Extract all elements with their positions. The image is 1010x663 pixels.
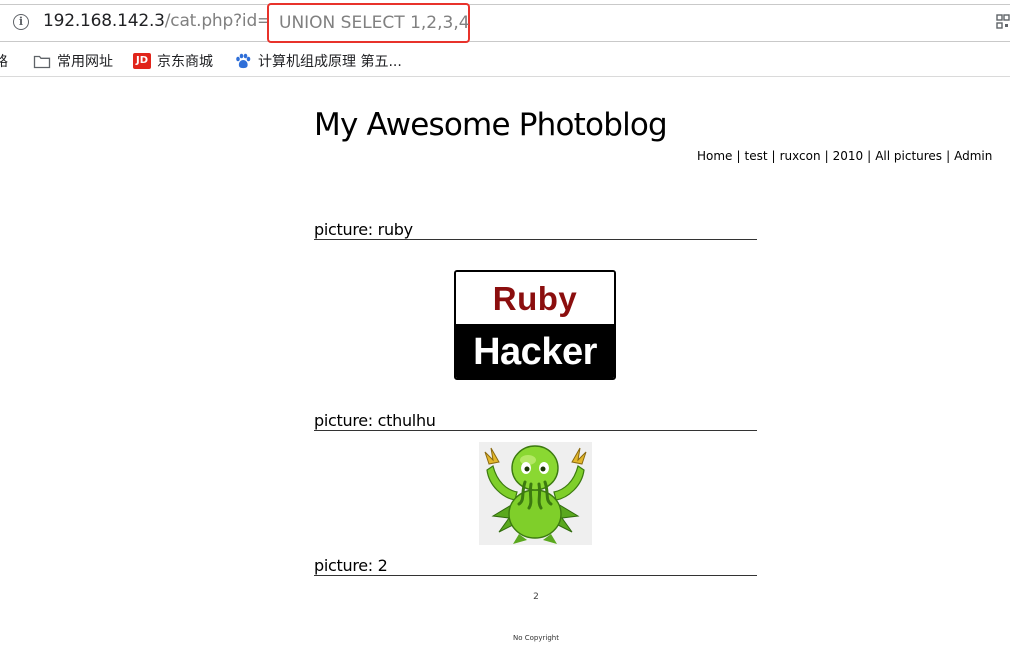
- bookmark-label: 京东商城: [157, 54, 213, 70]
- ruby-image-text-bottom: Hacker: [456, 324, 614, 378]
- page-title: My Awesome Photoblog: [314, 107, 668, 143]
- bookmark-jd[interactable]: JD 京东商城: [133, 51, 213, 71]
- bookmarks-bar: 路 常用网址 JD 京东商城 计算机组成原理 第五...: [0, 44, 1010, 77]
- site-nav: Home | test | ruxcon | 2010 | All pictures | Admin: [697, 149, 992, 163]
- url-path: /cat.php?id=1: [164, 11, 282, 31]
- nav-separator: |: [736, 149, 741, 163]
- footer-copyright: No Copyright: [513, 634, 559, 642]
- ruby-hacker-image[interactable]: Ruby Hacker: [454, 270, 616, 380]
- picture-section-ruby: picture: ruby: [314, 220, 757, 240]
- bookmark-folder-common-sites[interactable]: 常用网址: [33, 51, 113, 71]
- nav-link-2010[interactable]: 2010: [833, 149, 864, 163]
- picture-title: picture: cthulhu: [314, 411, 757, 431]
- nav-link-ruxcon[interactable]: ruxcon: [780, 149, 821, 163]
- cthulhu-image[interactable]: [479, 442, 592, 545]
- nav-separator: |: [867, 149, 872, 163]
- nav-link-admin[interactable]: Admin: [954, 149, 992, 163]
- nav-link-all-pictures[interactable]: All pictures: [875, 149, 942, 163]
- baidu-paw-icon: [236, 53, 251, 69]
- picture-title: picture: ruby: [314, 220, 757, 240]
- info-icon[interactable]: i: [13, 14, 29, 30]
- url-text[interactable]: 192.168.142.3/cat.php?id=1: [43, 11, 282, 31]
- nav-separator: |: [824, 149, 829, 163]
- injected-sql-text: UNION SELECT 1,2,3,4: [279, 13, 470, 33]
- nav-link-home[interactable]: Home: [697, 149, 732, 163]
- picture-body-text: 2: [533, 592, 539, 602]
- qr-code-icon[interactable]: [996, 14, 1010, 30]
- bookmark-computer-organization[interactable]: 计算机组成原理 第五...: [234, 51, 402, 71]
- picture-title: picture: 2: [314, 556, 757, 576]
- picture-section-cthulhu: picture: cthulhu: [314, 411, 757, 431]
- picture-section-2: picture: 2: [314, 556, 757, 576]
- bookmark-label: 常用网址: [57, 54, 113, 70]
- injection-highlight-box: UNION SELECT 1,2,3,4: [267, 3, 470, 43]
- bookmark-label: 路: [0, 54, 8, 70]
- url-host: 192.168.142.3: [43, 11, 165, 31]
- cthulhu-illustration: [484, 445, 587, 544]
- bookmark-item[interactable]: 路: [0, 51, 8, 71]
- address-bar: i 192.168.142.3/cat.php?id=1 UNION SELEC…: [0, 0, 1010, 44]
- nav-link-test[interactable]: test: [744, 149, 767, 163]
- nav-separator: |: [946, 149, 951, 163]
- folder-icon: [33, 55, 51, 69]
- ruby-image-text-top: Ruby: [456, 272, 614, 324]
- bookmark-label: 计算机组成原理 第五...: [258, 54, 402, 70]
- nav-separator: |: [771, 149, 776, 163]
- jd-icon: JD: [133, 53, 151, 69]
